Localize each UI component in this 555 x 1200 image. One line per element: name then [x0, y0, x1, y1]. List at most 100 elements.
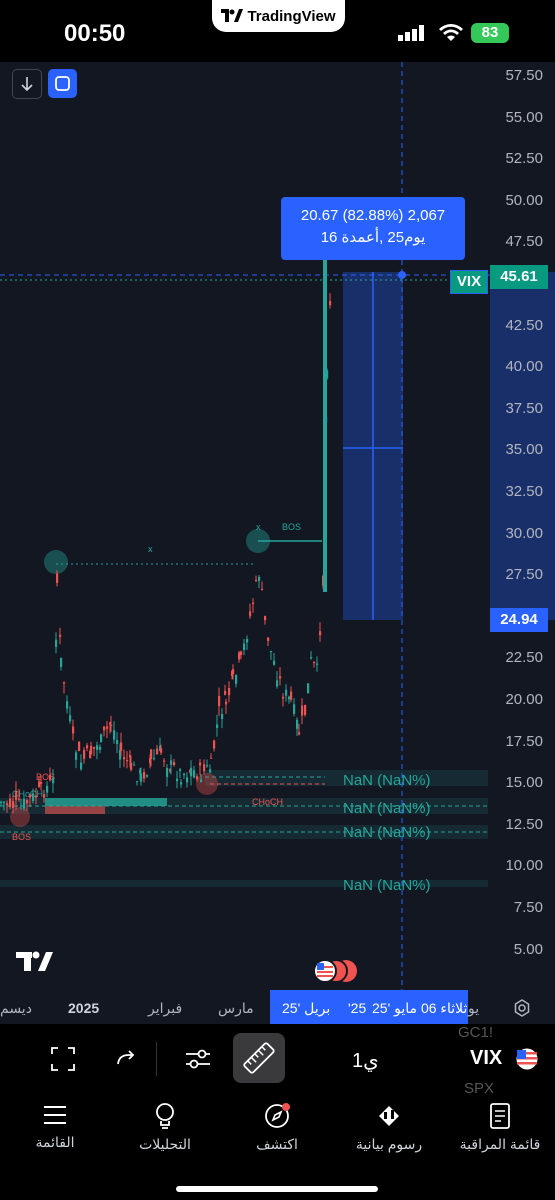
candle-body	[99, 746, 102, 750]
tab-menu[interactable]: القائمة	[0, 1102, 110, 1151]
price-axis-label: 50.00	[505, 191, 543, 209]
candle-body	[252, 602, 255, 605]
candle-body	[150, 749, 153, 759]
candle-body	[267, 637, 270, 642]
price-axis-label: 15.00	[505, 774, 543, 792]
candle-body	[56, 573, 59, 583]
candle-body	[103, 726, 106, 731]
candle-body	[261, 588, 264, 590]
annot-bos1: BOS	[282, 522, 301, 532]
candle-body	[323, 252, 327, 592]
candle-body	[116, 739, 119, 745]
price-axis-label: 42.50	[505, 316, 543, 334]
price-chart[interactable]: x x BOS BOS BOS CHoCH CHoCH	[0, 62, 555, 990]
settings-gear-icon[interactable]	[512, 998, 532, 1018]
compass-icon	[265, 1103, 290, 1128]
crop-icon[interactable]	[50, 1046, 76, 1072]
price-axis-label: 57.50	[505, 67, 543, 84]
candle-body	[126, 759, 129, 762]
chart-pane[interactable]: x x BOS BOS BOS CHoCH CHoCH 57.50 55.00 52…	[0, 62, 555, 990]
candle-body	[313, 662, 316, 664]
arrow-down-icon	[21, 77, 33, 92]
candle-body	[156, 748, 159, 755]
candle-body	[46, 785, 49, 793]
tab-explore[interactable]: اكتشف	[222, 1102, 332, 1153]
candle-body	[224, 690, 227, 695]
chart-toolbar: 1ي GC1! VIX SPX	[0, 1024, 555, 1097]
redo-icon[interactable]	[115, 1048, 137, 1070]
candle-body	[23, 798, 26, 809]
square-icon	[55, 76, 70, 91]
candle-body	[293, 704, 296, 714]
tv-watermark-icon	[16, 951, 53, 971]
tab-ideas[interactable]: التحليلات	[110, 1102, 220, 1153]
candles-group	[0, 252, 332, 813]
candle-body	[49, 774, 52, 781]
ruler-button[interactable]	[233, 1033, 285, 1083]
candle-body	[240, 651, 243, 656]
nan-label-3: NaN (NaN%)	[343, 824, 431, 841]
collapse-button[interactable]	[12, 69, 42, 99]
candle-body	[193, 770, 196, 778]
app-pill-label: TradingView	[247, 7, 336, 25]
time-label-mar: مارس	[218, 1000, 254, 1016]
ghost-symbol-1: GC1!	[458, 1024, 494, 1041]
candle-body	[228, 688, 231, 696]
time-label-next: يو	[468, 1000, 480, 1016]
candle-body	[136, 781, 139, 783]
price-axis-label: 17.50	[505, 732, 543, 750]
tab-charts-label: رسوم بيانية	[355, 1136, 423, 1152]
tradingview-pill[interactable]: TradingView	[212, 0, 345, 32]
candle-body	[298, 732, 301, 735]
candle-body	[96, 745, 99, 750]
measure-info-box: 20.67 (82.88%) 2,067 يوم25 ,أعمدة 16	[281, 197, 465, 260]
tab-charts[interactable]: رسوم بيانية	[334, 1102, 444, 1153]
price-axis-label: 55.00	[505, 108, 543, 126]
indicators-sliders-icon[interactable]	[184, 1046, 212, 1072]
price-axis-label: 22.50	[505, 649, 543, 667]
fullscreen-toggle-button[interactable]	[48, 69, 77, 98]
candle-body	[206, 765, 209, 767]
candle-body	[270, 650, 273, 652]
lightbulb-icon	[156, 1103, 174, 1129]
time-axis[interactable]: ديسم 2025 فبراير مارس بريل '25 '25 ثلاثا…	[0, 990, 555, 1024]
candle-body	[232, 669, 235, 675]
candle-body	[60, 657, 63, 667]
candle-body	[210, 757, 213, 759]
measure-line-1: 20.67 (82.88%) 2,067	[300, 207, 446, 224]
candle-body	[66, 701, 69, 709]
candle-body	[304, 704, 307, 715]
tab-watchlist[interactable]: قائمة المراقبة	[445, 1102, 555, 1153]
candle-body	[282, 696, 285, 699]
candle-body	[301, 705, 304, 716]
price-axis-label: 20.00	[505, 691, 543, 708]
candle-body	[69, 715, 72, 722]
symbol-selector[interactable]: VIX	[470, 1047, 502, 1070]
candle-body	[180, 782, 183, 785]
price-axis-label: 27.50	[505, 566, 543, 584]
candle-body	[310, 657, 313, 659]
candle-body	[209, 769, 212, 773]
candle-body	[316, 663, 319, 665]
battery-icon: 83	[471, 23, 509, 43]
candle-body	[80, 762, 83, 770]
candle-body	[32, 793, 35, 801]
time-label-dec: ديسم	[0, 1000, 32, 1016]
candle-body	[179, 769, 182, 771]
swing-low-marker-1	[196, 773, 218, 795]
candle-body	[186, 777, 189, 783]
interval-selector[interactable]: 1ي	[352, 1048, 379, 1073]
candle-body	[273, 660, 276, 665]
tradingview-logo-icon	[221, 9, 244, 22]
bottom-tab-bar: القائمة التحليلات اكتشف رسوم بيانية قائم…	[0, 1094, 555, 1200]
candle-body	[285, 689, 288, 696]
candle-body	[319, 631, 322, 636]
watchlist-icon	[490, 1103, 510, 1129]
candle-body	[146, 775, 149, 777]
candle-body	[78, 741, 81, 752]
candle-body	[130, 762, 133, 770]
candle-body	[38, 781, 41, 787]
price-axis-label: 52.50	[505, 150, 543, 168]
candle-body	[123, 757, 126, 760]
measure-line-2: يوم25 ,أعمدة 16	[320, 229, 426, 246]
